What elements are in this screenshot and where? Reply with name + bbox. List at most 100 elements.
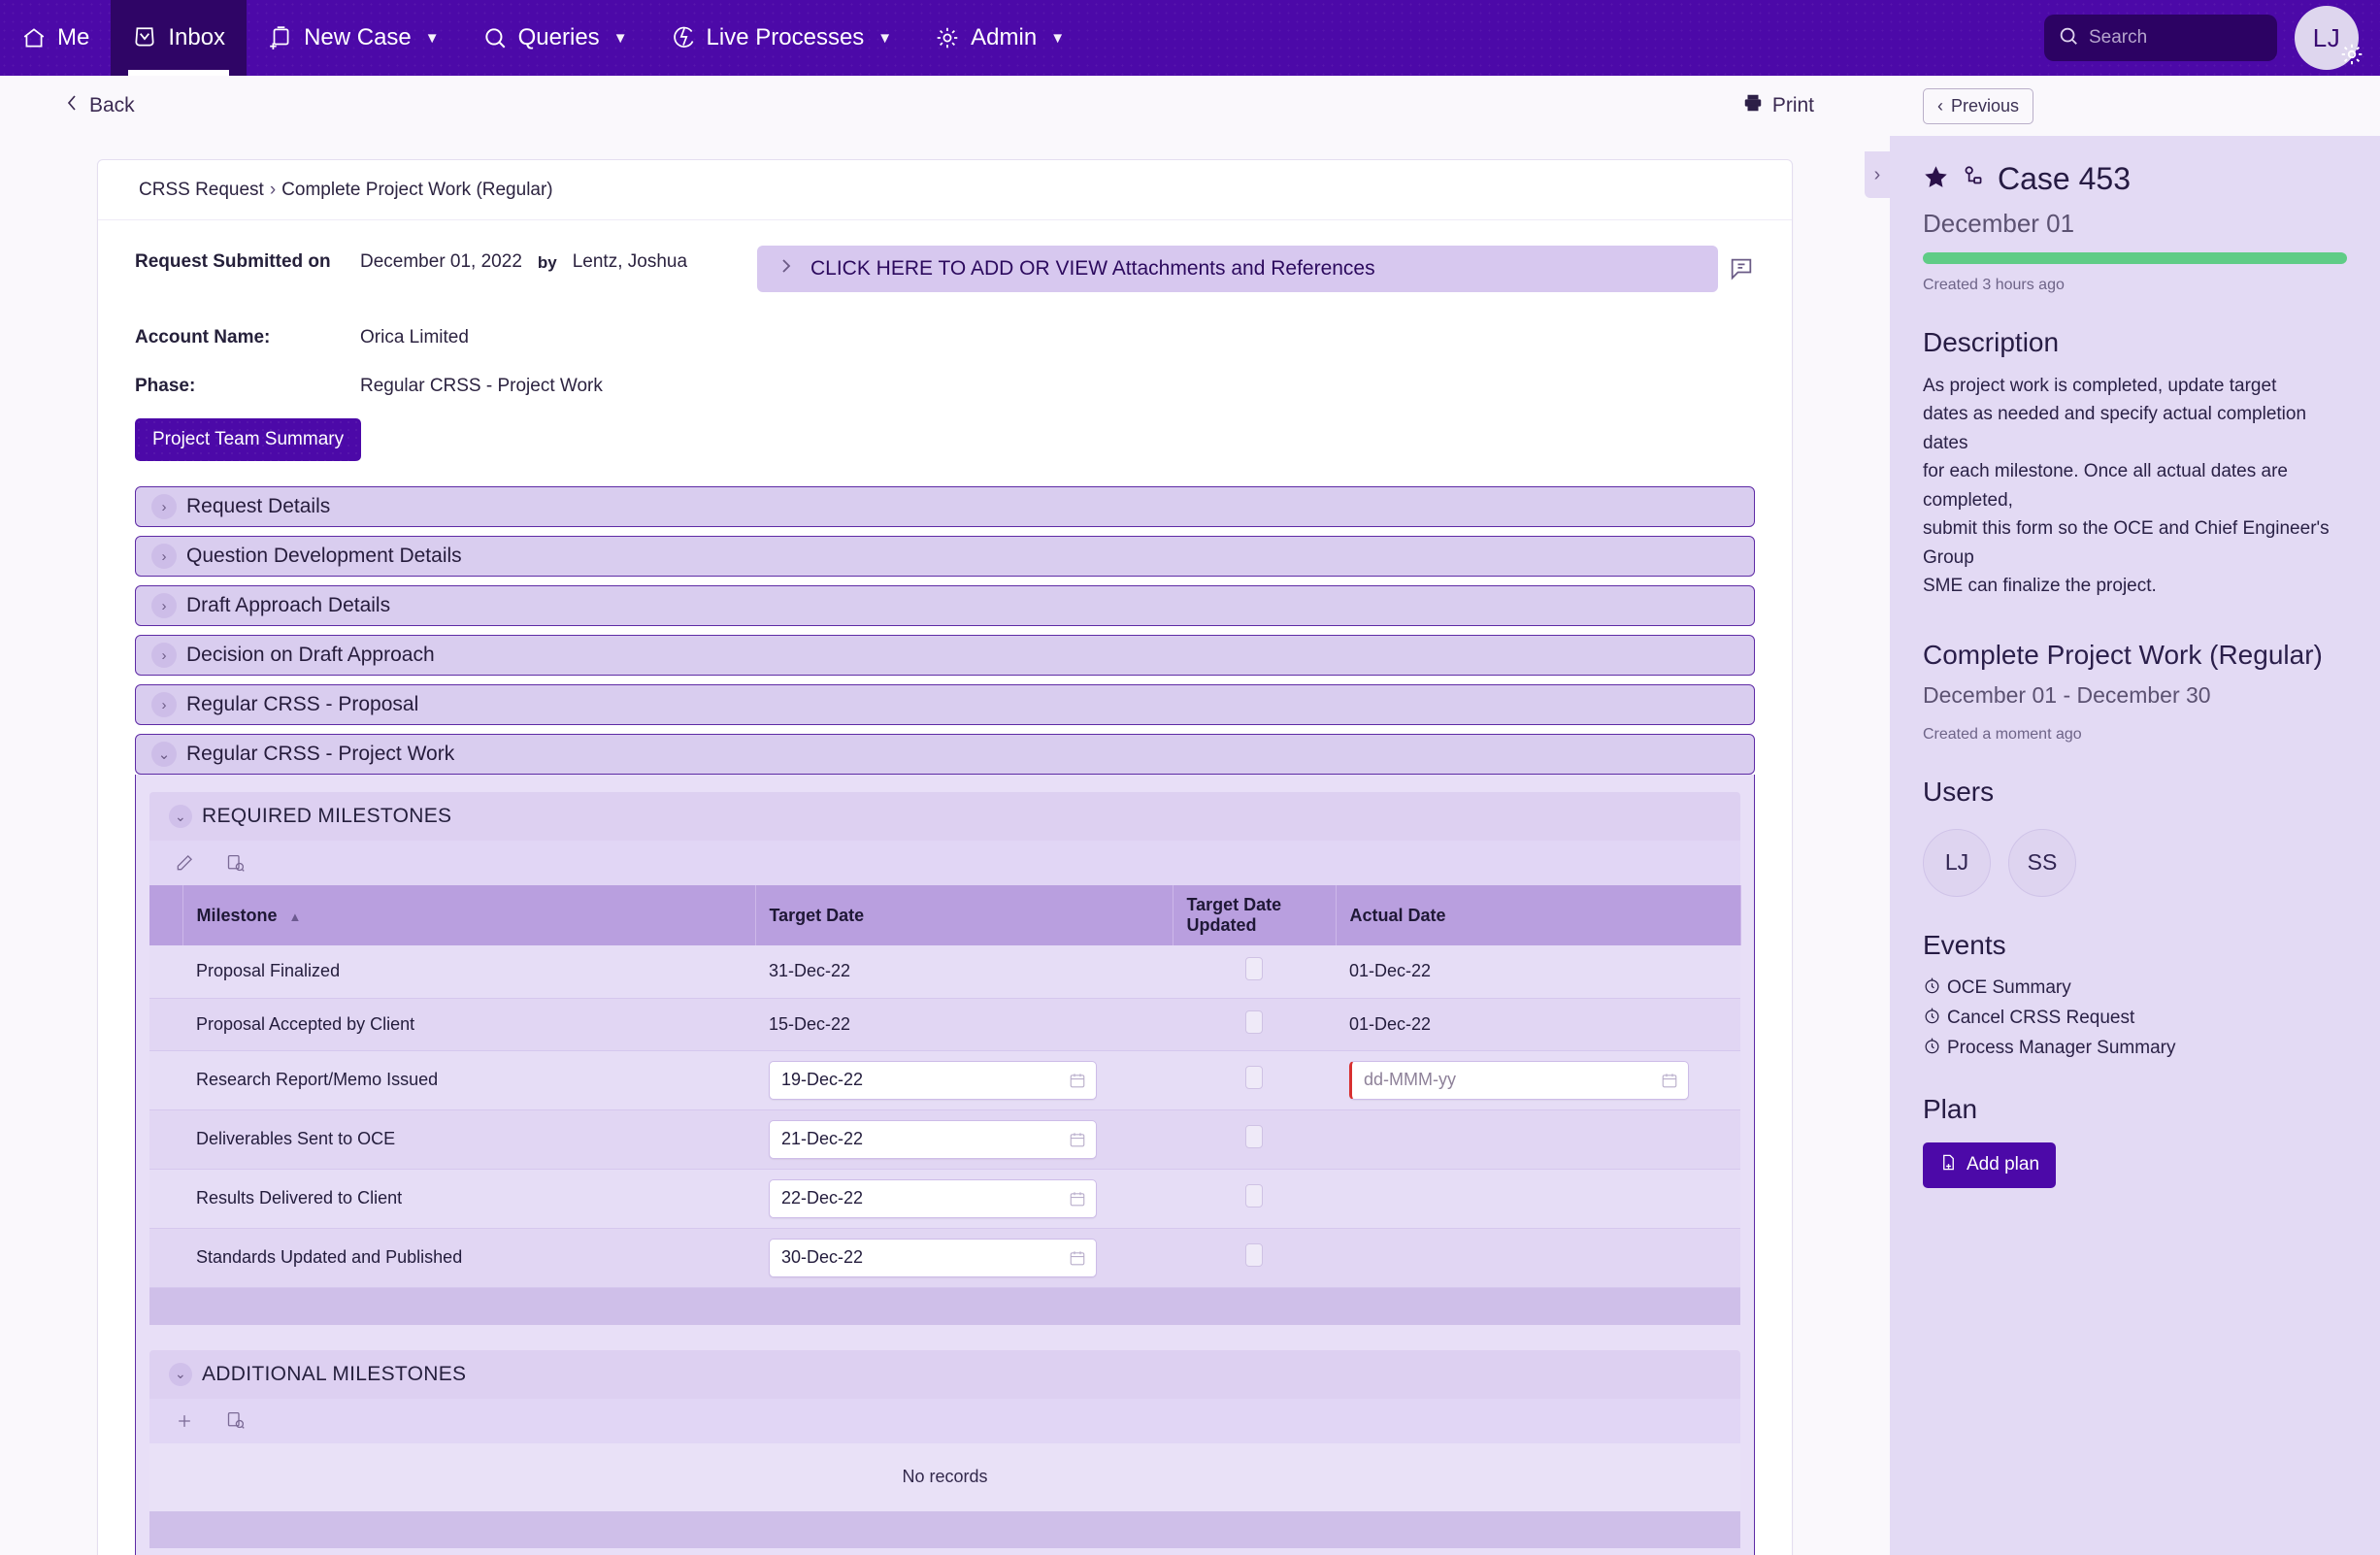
target-date-input[interactable]: 22-Dec-22 [769, 1178, 1097, 1218]
case-title: Case 453 [1998, 161, 2131, 196]
account-name-label: Account Name: [135, 327, 271, 347]
accordion-question-development-details[interactable]: › Question Development Details [135, 536, 1755, 577]
phase-value: Regular CRSS - Project Work [360, 376, 603, 396]
edit-pencil-icon[interactable] [175, 853, 194, 873]
case-title-row: Case 453 [1923, 161, 2347, 197]
new-case-icon [268, 25, 293, 50]
column-label: Milestone [196, 905, 278, 925]
required-milestones-header[interactable]: ⌄ REQUIRED MILESTONES [149, 792, 1740, 841]
settings-gear-icon[interactable] [2339, 42, 2364, 72]
note-icon[interactable] [1728, 255, 1755, 282]
table-row: Deliverables Sent to OCE 21-Dec-22 [149, 1109, 1740, 1170]
breadcrumb-root[interactable]: CRSS Request [139, 180, 264, 201]
project-work-panel: ⌄ REQUIRED MILESTONES Milestone ▲ Target… [135, 775, 1755, 1555]
timer-icon [1923, 976, 1941, 1001]
target-date-input[interactable]: 19-Dec-22 [769, 1060, 1097, 1100]
task-dates: December 01 - December 30 [1923, 681, 2211, 708]
row-selector-cell[interactable] [149, 1109, 182, 1170]
nav-item-me[interactable]: Me [0, 0, 111, 76]
chevron-right-icon: › [151, 544, 177, 569]
calendar-icon[interactable] [1661, 1072, 1678, 1089]
back-button[interactable]: Back [64, 93, 135, 118]
row-selector-cell[interactable] [149, 1228, 182, 1288]
column-header-target-date-updated[interactable]: Target Date Updated [1173, 885, 1337, 945]
event-item-process-manager-summary[interactable]: Process Manager Summary [1923, 1037, 2347, 1061]
column-header-actual-date[interactable]: Actual Date [1336, 885, 1741, 945]
calendar-icon[interactable] [1069, 1190, 1086, 1208]
account-row: Account Name: Orica Limited [135, 321, 1755, 348]
event-label: OCE Summary [1947, 977, 2071, 998]
previous-button[interactable]: ‹ Previous [1923, 87, 2034, 124]
accordion-request-details[interactable]: › Request Details [135, 486, 1755, 527]
project-team-summary-button[interactable]: Project Team Summary [135, 418, 362, 461]
target-date-updated-checkbox[interactable] [1245, 957, 1263, 981]
search-icon [482, 25, 508, 50]
events-list: OCE Summary Cancel CRSS Request Process … [1923, 976, 2347, 1061]
print-label: Print [1771, 94, 1814, 116]
panel-collapse-toggle[interactable]: › [1865, 151, 1890, 198]
form-body: Request Submitted on December 01, 2022 b… [98, 220, 1792, 1555]
cell-target-date-updated [1173, 998, 1336, 1051]
export-report-icon[interactable] [225, 1410, 246, 1431]
target-date-updated-checkbox[interactable] [1245, 1184, 1263, 1208]
nav-item-inbox[interactable]: Inbox [111, 0, 248, 76]
content-toolbar: Back Print [0, 76, 1890, 136]
event-item-oce-summary[interactable]: OCE Summary [1923, 976, 2347, 1001]
row-selector-cell[interactable] [149, 945, 182, 999]
nav-item-queries[interactable]: Queries ▼ [461, 0, 649, 76]
calendar-icon[interactable] [1069, 1072, 1086, 1089]
nav-right-group: LJ [2044, 0, 2380, 76]
task-created-note: Created a moment ago [1923, 725, 2082, 743]
search-icon [2058, 25, 2079, 51]
nav-item-live-processes[interactable]: Live Processes ▼ [649, 0, 914, 76]
calendar-icon[interactable] [1069, 1131, 1086, 1148]
event-item-cancel-crss-request[interactable]: Cancel CRSS Request [1923, 1007, 2347, 1031]
cell-milestone: Results Delivered to Client [182, 1169, 755, 1229]
target-date-updated-checkbox[interactable] [1245, 1066, 1263, 1089]
row-selector-cell[interactable] [149, 1169, 182, 1229]
description-heading: Description [1923, 327, 2060, 357]
target-date-updated-checkbox[interactable] [1245, 1243, 1263, 1267]
add-plan-label: Add plan [1967, 1154, 2040, 1175]
add-plan-button[interactable]: Add plan [1923, 1141, 2057, 1188]
export-report-icon[interactable] [225, 853, 246, 874]
accordion-draft-approach-details[interactable]: › Draft Approach Details [135, 585, 1755, 626]
row-selector-cell[interactable] [149, 998, 182, 1051]
avatar[interactable]: SS [2008, 828, 2076, 897]
add-row-icon[interactable] [175, 1411, 194, 1431]
chevron-right-icon: › [151, 643, 177, 668]
target-date-input[interactable]: 30-Dec-22 [769, 1238, 1097, 1277]
target-date-updated-checkbox[interactable] [1245, 1125, 1263, 1148]
print-button[interactable]: Print [1742, 92, 1814, 119]
accordion-regular-crss-proposal[interactable]: › Regular CRSS - Proposal [135, 684, 1755, 725]
avatar[interactable]: LJ [1923, 828, 1991, 897]
panel-body: Case 453 December 01 Created 3 hours ago… [1890, 136, 2380, 1188]
section-accordion-list: › Request Details › Question Development… [135, 486, 1755, 1555]
chevron-right-icon: › [151, 593, 177, 618]
actual-date-input[interactable]: dd-MMM-yy [1349, 1060, 1689, 1100]
cell-milestone: Proposal Accepted by Client [182, 998, 755, 1051]
star-favorite-icon[interactable] [1923, 164, 1949, 195]
accordion-decision-on-draft-approach[interactable]: › Decision on Draft Approach [135, 635, 1755, 676]
table-row: Research Report/Memo Issued 19-Dec-22 dd… [149, 1050, 1740, 1110]
additional-milestones-header[interactable]: ⌄ ADDITIONAL MILESTONES [149, 1350, 1740, 1399]
user-menu[interactable]: LJ [2295, 6, 2363, 70]
back-label: Back [89, 94, 135, 116]
row-selector-cell[interactable] [149, 1050, 182, 1110]
accordion-regular-crss-project-work[interactable]: ⌄ Regular CRSS - Project Work [135, 734, 1755, 775]
target-date-value: 19-Dec-22 [781, 1070, 864, 1089]
global-search-box[interactable] [2044, 15, 2277, 61]
attachments-label: CLICK HERE TO ADD OR VIEW Attachments an… [810, 257, 1375, 280]
calendar-icon[interactable] [1069, 1249, 1086, 1267]
column-header-target-date[interactable]: Target Date [755, 885, 1173, 945]
target-date-input[interactable]: 21-Dec-22 [769, 1119, 1097, 1159]
column-header-milestone[interactable]: Milestone ▲ [182, 885, 756, 945]
search-input[interactable] [2089, 27, 2264, 49]
nav-item-new-case[interactable]: New Case ▼ [247, 0, 461, 76]
cell-milestone: Proposal Finalized [182, 945, 755, 999]
accordion-label: Regular CRSS - Project Work [186, 743, 455, 765]
nav-item-admin[interactable]: Admin ▼ [913, 0, 1086, 76]
attachments-toggle-button[interactable]: CLICK HERE TO ADD OR VIEW Attachments an… [757, 246, 1718, 292]
target-date-updated-checkbox[interactable] [1245, 1009, 1263, 1034]
case-link-icon[interactable] [1961, 164, 1986, 194]
